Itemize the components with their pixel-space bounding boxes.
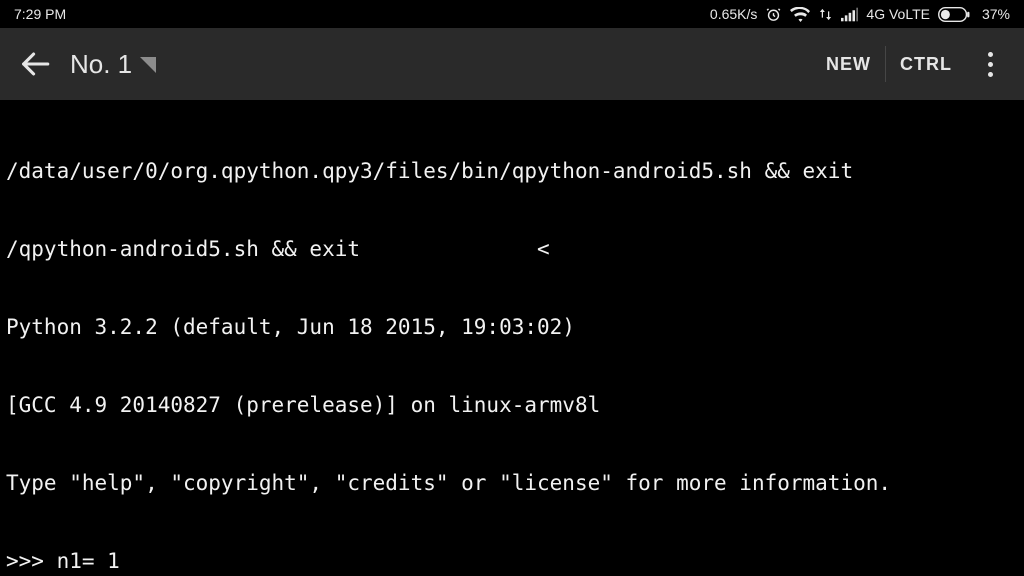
status-network-label: 4G VoLTE: [866, 6, 930, 22]
back-button[interactable]: [18, 47, 52, 81]
terminal-line: [GCC 4.9 20140827 (prerelease)] on linux…: [6, 392, 1018, 418]
terminal-line: Python 3.2.2 (default, Jun 18 2015, 19:0…: [6, 314, 1018, 340]
terminal-line: /qpython-android5.sh && exit <: [6, 236, 1018, 262]
cellular-signal-icon: [841, 7, 858, 22]
status-bar: 7:29 PM 0.65K/s 4G VoLTE 37%: [0, 0, 1024, 28]
dropdown-icon: [140, 57, 156, 78]
alarm-icon: [765, 6, 782, 23]
status-time: 7:29 PM: [14, 6, 66, 22]
new-button[interactable]: NEW: [812, 46, 885, 83]
terminal-line: Type "help", "copyright", "credits" or "…: [6, 470, 1018, 496]
status-battery-pct: 37%: [982, 6, 1010, 22]
data-arrows-icon: [818, 7, 833, 22]
status-netrate: 0.65K/s: [710, 6, 757, 22]
session-selector[interactable]: No. 1: [70, 49, 812, 80]
overflow-menu-icon[interactable]: [966, 52, 1014, 77]
terminal-line: /data/user/0/org.qpython.qpy3/files/bin/…: [6, 158, 1018, 184]
terminal-line: >>> n1= 1: [6, 548, 1018, 574]
ctrl-button[interactable]: CTRL: [886, 46, 966, 83]
wifi-icon: [790, 7, 810, 22]
app-bar: No. 1 NEW CTRL: [0, 28, 1024, 100]
battery-icon: [938, 7, 974, 22]
terminal-output[interactable]: /data/user/0/org.qpython.qpy3/files/bin/…: [0, 100, 1024, 576]
app-title: No. 1: [70, 49, 132, 80]
